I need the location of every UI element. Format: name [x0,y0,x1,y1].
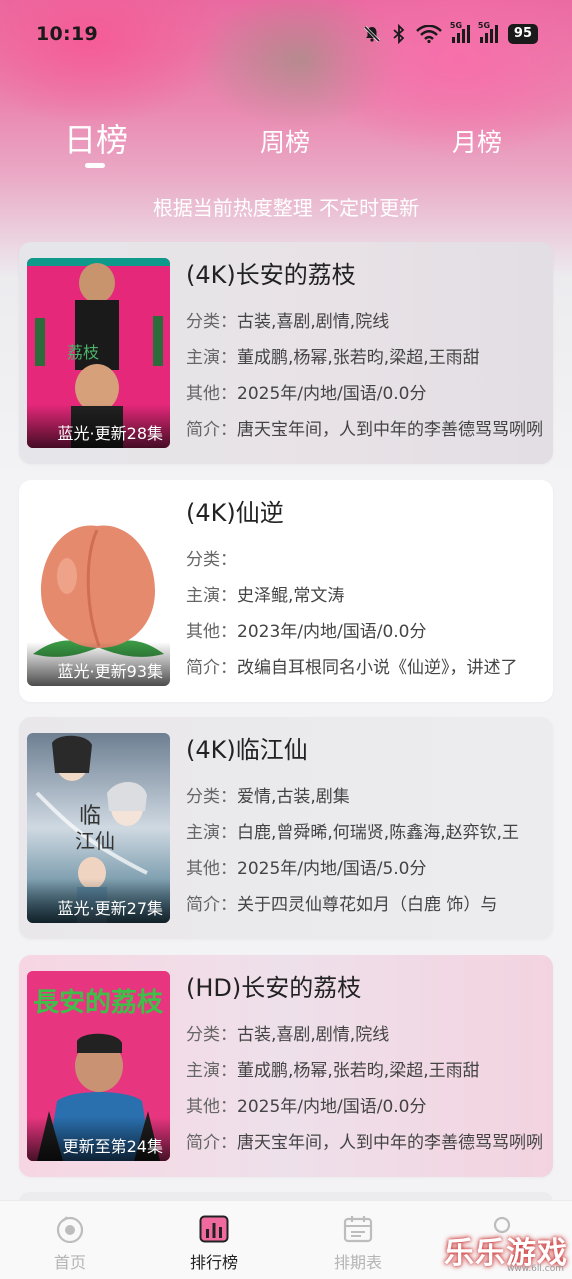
item-cast: 主演：董成鹏,杨幂,张若昀,梁超,王雨甜 [186,1061,480,1081]
update-badge: 蓝光·更新27集 [27,879,170,923]
tab-monthly[interactable]: 月榜 [452,123,502,159]
ranking-icon [199,1215,229,1243]
item-category: 分类： [186,550,237,570]
watermark-url: www.6ll.com [507,1264,564,1274]
svg-text:临: 临 [79,804,101,829]
poster-image: 長安的荔枝 更新至第24集 [27,971,170,1161]
list-item[interactable]: 長安的荔枝 更新至第24集 (HD)长安的荔枝 分类：古装,喜剧,剧情,院线 主… [19,955,553,1177]
update-badge: 更新至第24集 [27,1117,170,1161]
home-icon [56,1216,84,1244]
poster-image: 蓝光·更新93集 [27,496,170,686]
item-other: 其他：2025年/内地/国语/0.0分 [186,1097,427,1117]
active-tab-indicator [85,163,105,168]
update-badge: 蓝光·更新93集 [27,642,170,686]
item-cast: 主演：董成鹏,杨幂,张若昀,梁超,王雨甜 [186,348,480,368]
item-info: (4K)临江仙 分类：爱情,古装,剧集 主演：白鹿,曾舜晞,何瑞贤,陈鑫海,赵弈… [186,735,546,923]
update-badge: 蓝光·更新28集 [27,404,170,448]
svg-text:長安的荔枝: 長安的荔枝 [33,987,164,1018]
tab-daily[interactable]: 日榜 [64,115,128,161]
svg-text:荔枝: 荔枝 [67,343,99,362]
nav-ranking[interactable]: 排行榜 [174,1215,254,1273]
item-info: (HD)长安的荔枝 分类：古装,喜剧,剧情,院线 主演：董成鹏,杨幂,张若昀,梁… [186,973,546,1161]
item-category: 分类：爱情,古装,剧集 [186,787,350,807]
tab-weekly[interactable]: 周榜 [260,123,310,159]
poster-image: 荔枝 蓝光·更新28集 [27,258,170,448]
svg-text:江仙: 江仙 [75,829,115,853]
signal-strength-icon-2: 5G [478,21,498,43]
item-intro: 简介：唐天宝年间，人到中年的李善德骂骂咧咧 [186,420,543,440]
item-category: 分类：古装,喜剧,剧情,院线 [186,312,390,332]
list-item[interactable]: 荔枝 蓝光·更新28集 (4K)长安的荔枝 分类：古装,喜剧,剧情,院线 主演：… [19,242,553,464]
item-info: (4K)长安的荔枝 分类：古装,喜剧,剧情,院线 主演：董成鹏,杨幂,张若昀,梁… [186,260,546,448]
item-intro: 简介：改编自耳根同名小说《仙逆》，讲述了 [186,658,518,678]
schedule-icon [343,1216,373,1243]
item-title: (4K)长安的荔枝 [186,261,356,289]
list-item[interactable]: 蓝光·更新93集 (4K)仙逆 分类： 主演：史泽鲲,常文涛 其他：2023年/… [19,480,553,702]
item-other: 其他：2025年/内地/国语/5.0分 [186,859,427,879]
nav-schedule[interactable]: 排期表 [318,1215,398,1273]
item-intro: 简介：唐天宝年间，人到中年的李善德骂骂咧咧 [186,1133,543,1153]
item-title: (HD)长安的荔枝 [186,974,362,1002]
status-icons: 5G 5G 95 [362,21,538,44]
item-category: 分类：古装,喜剧,剧情,院线 [186,1025,390,1045]
item-other: 其他：2025年/内地/国语/0.0分 [186,384,427,404]
item-intro: 简介：关于四灵仙尊花如月（白鹿 饰）与 [186,895,498,915]
mute-bell-icon [363,25,380,43]
status-bar: 10:19 5G 5G 95 [0,0,572,68]
status-time: 10:19 [36,23,98,45]
wifi-icon [416,25,442,43]
poster-image: 临 江仙 蓝光·更新27集 [27,733,170,923]
item-other: 其他：2023年/内地/国语/0.0分 [186,622,427,642]
item-cast: 主演：史泽鲲,常文涛 [186,586,345,606]
nav-home[interactable]: 首页 [30,1215,110,1273]
ranking-tabs: 日榜 周榜 月榜 [0,115,572,175]
item-title: (4K)临江仙 [186,736,308,764]
item-title: (4K)仙逆 [186,499,284,527]
bluetooth-icon [393,24,405,44]
list-item[interactable]: 临 江仙 蓝光·更新27集 (4K)临江仙 分类：爱情,古装,剧集 主演：白鹿,… [19,717,553,939]
item-info: (4K)仙逆 分类： 主演：史泽鲲,常文涛 其他：2023年/内地/国语/0.0… [186,498,546,686]
signal-strength-icon: 5G [450,21,470,43]
ranking-subtitle: 根据当前热度整理 不定时更新 [152,196,420,220]
item-cast: 主演：白鹿,曾舜晞,何瑞贤,陈鑫海,赵弈钦,王 [186,823,520,843]
battery-indicator: 95 [507,24,538,44]
